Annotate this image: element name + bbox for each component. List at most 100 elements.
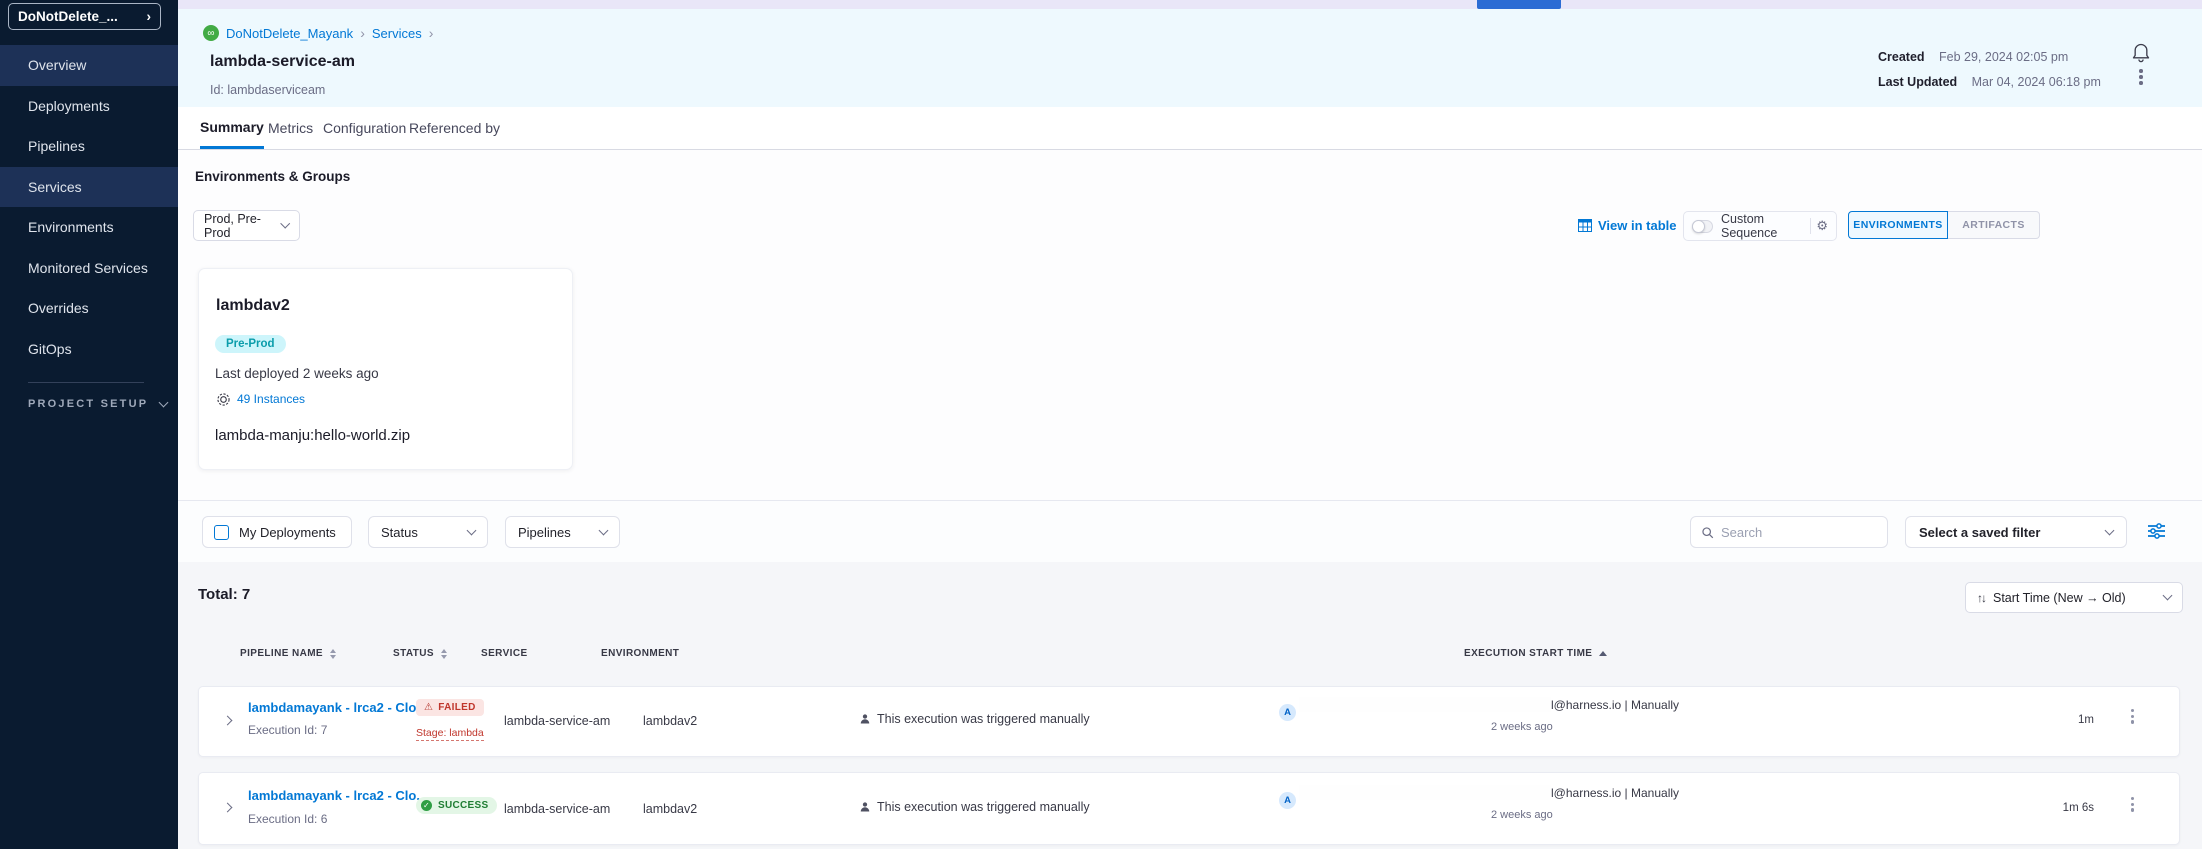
environment-cell: lambdav2 — [643, 714, 697, 728]
failed-stage-link[interactable]: Stage: lambda — [416, 727, 484, 741]
column-header-execution-start-time[interactable]: EXECUTION START TIME — [1464, 648, 1607, 659]
row-kebab-menu[interactable] — [2131, 709, 2134, 724]
user-icon — [859, 713, 871, 725]
segment-environments-button[interactable]: ENVIRONMENTS — [1848, 211, 1948, 239]
filter-bar: My Deployments Status Pipelines Select a… — [178, 500, 2202, 562]
start-time-ago: 2 weeks ago — [1491, 721, 1553, 733]
segment-artifacts-button[interactable]: ARTIFACTS — [1948, 211, 2040, 239]
execution-row[interactable]: lambdamayank - lrca2 - Clo... Execution … — [198, 686, 2180, 757]
last-deployed-text: Last deployed 2 weeks ago — [215, 366, 379, 381]
top-nav-strip — [178, 0, 2202, 9]
sidebar-item-overrides[interactable]: Overrides — [0, 288, 178, 329]
chevron-right-icon: › — [147, 9, 152, 24]
last-updated-label: Last Updated — [1878, 75, 1957, 89]
breadcrumb-services-link[interactable]: Services — [372, 26, 422, 41]
sort-icon — [441, 649, 447, 659]
expand-chevron-icon[interactable] — [223, 715, 233, 725]
check-icon: ✓ — [421, 800, 432, 811]
column-header-environment[interactable]: ENVIRONMENT — [601, 648, 679, 659]
environment-cell: lambdav2 — [643, 802, 697, 816]
sort-ascending-icon — [1599, 651, 1607, 656]
row-kebab-menu[interactable] — [2131, 797, 2134, 812]
triggered-by-user: l@harness.io | Manually — [1551, 786, 1679, 800]
chevron-down-icon — [159, 397, 169, 407]
breadcrumb: ∞ DoNotDelete_Mayank › Services › — [203, 25, 433, 41]
chevron-down-icon — [599, 525, 609, 535]
custom-sequence-toggle[interactable] — [1692, 220, 1713, 233]
breadcrumb-separator: › — [429, 25, 434, 41]
divider — [1810, 218, 1811, 234]
pipeline-name-link[interactable]: lambdamayank - lrca2 - Clo... — [248, 700, 427, 715]
warning-icon: ⚠ — [424, 703, 433, 713]
tab-referenced-by[interactable]: Referenced by — [409, 107, 500, 149]
gear-icon[interactable]: ⚙ — [1816, 218, 1828, 234]
my-deployments-checkbox[interactable] — [214, 525, 229, 540]
header-kebab-menu[interactable] — [2139, 69, 2143, 85]
environment-name: lambdav2 — [216, 297, 290, 315]
app-window: DoNotDelete_... › Overview Deployments P… — [0, 0, 2202, 849]
last-updated-value: Mar 04, 2024 06:18 pm — [1972, 75, 2101, 89]
sidebar-item-overview[interactable]: Overview — [0, 45, 178, 86]
sidebar: DoNotDelete_... › Overview Deployments P… — [0, 0, 178, 849]
search-input[interactable] — [1721, 525, 1861, 540]
page-title: lambda-service-am — [210, 53, 355, 71]
sidebar-item-environments[interactable]: Environments — [0, 207, 178, 248]
cd-module-icon: ∞ — [203, 25, 219, 41]
instances-icon — [217, 393, 230, 406]
search-icon — [1701, 526, 1714, 539]
artifact-name: lambda-manju:hello-world.zip — [215, 427, 410, 444]
execution-id: Execution Id: 6 — [248, 812, 327, 826]
execution-duration: 1m 6s — [2063, 802, 2094, 814]
chevron-down-icon — [2163, 591, 2173, 601]
view-in-table-link[interactable]: View in table — [1578, 218, 1677, 233]
sidebar-item-pipelines[interactable]: Pipelines — [0, 126, 178, 167]
tab-summary[interactable]: Summary — [200, 107, 264, 149]
created-label: Created — [1878, 50, 1925, 64]
trigger-note: This execution was triggered manually — [859, 800, 1090, 814]
environment-card[interactable]: lambdav2 Pre-Prod Last deployed 2 weeks … — [198, 268, 573, 470]
pipeline-name-link[interactable]: lambdamayank - lrca2 - Clo... — [248, 788, 427, 803]
custom-sequence-label: Custom Sequence — [1721, 212, 1803, 240]
filter-sliders-icon[interactable] — [2148, 523, 2165, 544]
sidebar-item-services[interactable]: Services — [0, 167, 178, 208]
redacted-username — [1299, 785, 1551, 800]
column-header-status[interactable]: STATUS — [393, 648, 447, 659]
sidebar-item-monitored-services[interactable]: Monitored Services — [0, 248, 178, 289]
sidebar-project-setup[interactable]: PROJECT SETUP — [28, 398, 167, 410]
saved-filter-dropdown[interactable]: Select a saved filter — [1905, 516, 2127, 548]
execution-duration: 1m — [2078, 714, 2094, 726]
trigger-note: This execution was triggered manually — [859, 712, 1090, 726]
column-header-pipeline-name[interactable]: PIPELINE NAME — [240, 648, 336, 659]
sidebar-item-gitops[interactable]: GitOps — [0, 329, 178, 370]
search-box — [1690, 516, 1888, 548]
top-nav-active-indicator — [1477, 0, 1561, 9]
pipelines-filter-dropdown[interactable]: Pipelines — [505, 516, 620, 548]
tab-bar: Summary Metrics Configuration Referenced… — [178, 107, 2202, 150]
user-avatar: A — [1279, 704, 1296, 721]
sidebar-item-deployments[interactable]: Deployments — [0, 86, 178, 127]
sort-dropdown[interactable]: ↑↓ Start Time (New → Old) — [1965, 582, 2183, 613]
status-badge-failed: ⚠ FAILED — [416, 699, 484, 716]
notification-bell-icon[interactable] — [2131, 41, 2151, 68]
project-selector-button[interactable]: DoNotDelete_... › — [8, 3, 161, 30]
tab-configuration[interactable]: Configuration — [323, 107, 406, 149]
sidebar-nav: Overview Deployments Pipelines Services … — [0, 45, 178, 369]
service-id: Id: lambdaserviceam — [210, 83, 325, 97]
column-header-service[interactable]: SERVICE — [481, 648, 528, 659]
user-icon — [859, 801, 871, 813]
breadcrumb-project-link[interactable]: DoNotDelete_Mayank — [226, 26, 353, 41]
expand-chevron-icon[interactable] — [223, 802, 233, 812]
instances-link[interactable]: 49 Instances — [217, 392, 305, 406]
environment-filter-dropdown[interactable]: Prod, Pre-Prod — [193, 210, 300, 241]
sidebar-divider — [28, 382, 144, 383]
service-cell: lambda-service-am — [504, 714, 610, 728]
chevron-down-icon — [467, 525, 477, 535]
environments-artifacts-segmented: ENVIRONMENTS ARTIFACTS — [1848, 211, 2040, 239]
triggered-by-user: l@harness.io | Manually — [1551, 698, 1679, 712]
chevron-down-icon — [2105, 525, 2115, 535]
my-deployments-checkbox-button[interactable]: My Deployments — [202, 516, 352, 548]
execution-id: Execution Id: 7 — [248, 723, 327, 737]
execution-row[interactable]: lambdamayank - lrca2 - Clo... Execution … — [198, 772, 2180, 845]
tab-metrics[interactable]: Metrics — [268, 107, 313, 149]
status-filter-dropdown[interactable]: Status — [368, 516, 488, 548]
